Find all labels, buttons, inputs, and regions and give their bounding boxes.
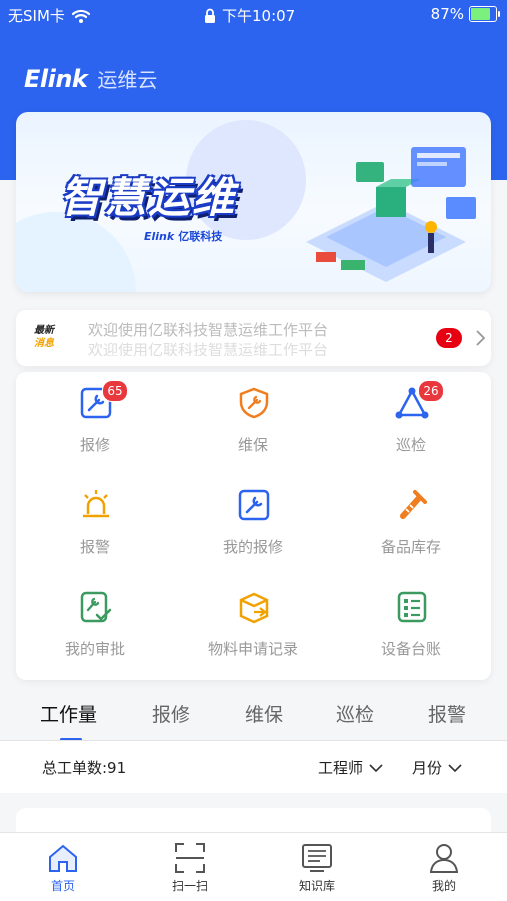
banner[interactable]: 智慧运维 Elink 亿联科技 <box>16 112 491 292</box>
grid-label: 备品库存 <box>380 538 441 556</box>
grid-item-inspection[interactable]: 26 巡检 <box>332 372 490 472</box>
nav-scan[interactable]: 扫一扫 <box>127 833 253 901</box>
grid-label: 设备台账 <box>380 640 441 658</box>
banner-company: 亿联科技 <box>178 230 223 243</box>
grid-label: 报警 <box>79 538 110 556</box>
banner-title: 智慧运维 <box>60 173 237 222</box>
tab-inspection[interactable]: 巡检 <box>336 700 374 727</box>
period-filter[interactable]: 月份 <box>412 757 462 778</box>
shield-wrench-icon <box>239 387 269 419</box>
grid-label: 维保 <box>237 436 268 454</box>
repair-badge: 65 <box>102 380 128 402</box>
tab-alarm[interactable]: 报警 <box>428 700 466 727</box>
grid-label: 巡检 <box>395 436 426 454</box>
grid-label: 我的审批 <box>64 640 125 658</box>
grid-item-spare-stock[interactable]: 备品库存 <box>332 474 490 574</box>
tab-workload[interactable]: 工作量 <box>40 700 97 727</box>
chevron-right-icon[interactable] <box>470 328 490 348</box>
box-icon <box>239 592 269 624</box>
news-tag-line1: 最新 <box>34 325 54 336</box>
battery-icon <box>469 6 500 22</box>
news-notice[interactable]: 最新 消息 欢迎使用亿联科技智慧运维工作平台 欢迎使用亿联科技智慧运维工作平台 … <box>16 310 491 366</box>
user-icon <box>429 844 459 873</box>
nav-home[interactable]: 首页 <box>0 833 126 901</box>
grid-label: 物料申请记录 <box>207 640 298 658</box>
battery-percent: 87% <box>430 5 464 23</box>
wrench-doc-icon <box>238 489 270 521</box>
role-filter[interactable]: 工程师 <box>318 757 383 778</box>
nav-label: 我的 <box>431 879 456 893</box>
total-orders: 总工单数:91 <box>42 759 127 777</box>
grid-label: 报修 <box>79 436 110 454</box>
nav-knowledge[interactable]: 知识库 <box>254 833 380 901</box>
grid-label: 我的报修 <box>222 538 283 556</box>
ledger-icon <box>397 591 427 623</box>
tab-repair[interactable]: 报修 <box>152 700 190 727</box>
banner-brand-logo: Elink <box>144 230 175 243</box>
news-tag: 最新 消息 <box>34 324 62 350</box>
grid-item-alarm[interactable]: 报警 <box>16 474 174 574</box>
grid-item-my-approval[interactable]: 我的审批 <box>16 576 174 676</box>
nav-label: 知识库 <box>298 879 335 893</box>
siren-icon <box>83 490 109 518</box>
role-filter-label: 工程师 <box>318 759 364 777</box>
grid-item-repair[interactable]: 65 报修 <box>16 372 174 472</box>
grid-item-my-repair[interactable]: 我的报修 <box>174 474 332 574</box>
chevron-down-icon <box>369 763 383 772</box>
news-marquee: 欢迎使用亿联科技智慧运维工作平台 欢迎使用亿联科技智慧运维工作平台 <box>88 320 408 356</box>
stats-tabs: 工作量 报修 维保 巡检 报警 <box>0 700 507 740</box>
stats-bar: 总工单数:91 工程师 月份 <box>0 741 507 793</box>
bottom-nav: 首页 扫一扫 知识库 我的 <box>0 832 507 901</box>
home-icon <box>49 844 77 872</box>
nav-label: 扫一扫 <box>171 879 208 893</box>
app-title: 运维云 <box>97 68 158 92</box>
nav-label: 首页 <box>50 879 75 893</box>
approval-icon <box>80 591 112 623</box>
banner-brand: Elink 亿联科技 <box>144 228 222 244</box>
news-text: 欢迎使用亿联科技智慧运维工作平台 <box>88 321 329 339</box>
grid-item-equipment-ledger[interactable]: 设备台账 <box>332 576 490 676</box>
scan-icon <box>175 843 205 873</box>
wifi-icon <box>71 9 90 23</box>
grid-item-material-request[interactable]: 物料申请记录 <box>174 576 332 676</box>
chevron-down-icon <box>448 763 462 772</box>
app-bar: Elink 运维云 <box>24 64 157 93</box>
inspection-badge: 26 <box>418 380 444 402</box>
period-filter-label: 月份 <box>412 759 443 777</box>
news-count-badge: 2 <box>436 328 462 348</box>
tab-maintenance[interactable]: 维保 <box>245 700 283 727</box>
grid-item-maintenance[interactable]: 维保 <box>174 372 332 472</box>
carrier-text: 无SIM卡 <box>8 7 65 25</box>
isometric-illustration-icon <box>306 147 476 282</box>
lock-icon <box>205 8 215 23</box>
knowledge-icon <box>302 844 332 872</box>
news-tag-line2: 消息 <box>34 338 54 349</box>
logo: Elink <box>24 65 88 93</box>
status-bar: 无SIM卡 下午10:07 87% <box>0 0 507 30</box>
clock-text: 下午10:07 <box>222 7 296 25</box>
news-text-next: 欢迎使用亿联科技智慧运维工作平台 <box>88 341 329 356</box>
nav-mine[interactable]: 我的 <box>381 833 507 901</box>
function-grid: 65 报修 维保 26 巡检 报警 我的报修 备品库存 我的审批 物料申请记录 … <box>16 372 491 680</box>
bolt-tools-icon <box>400 490 427 519</box>
